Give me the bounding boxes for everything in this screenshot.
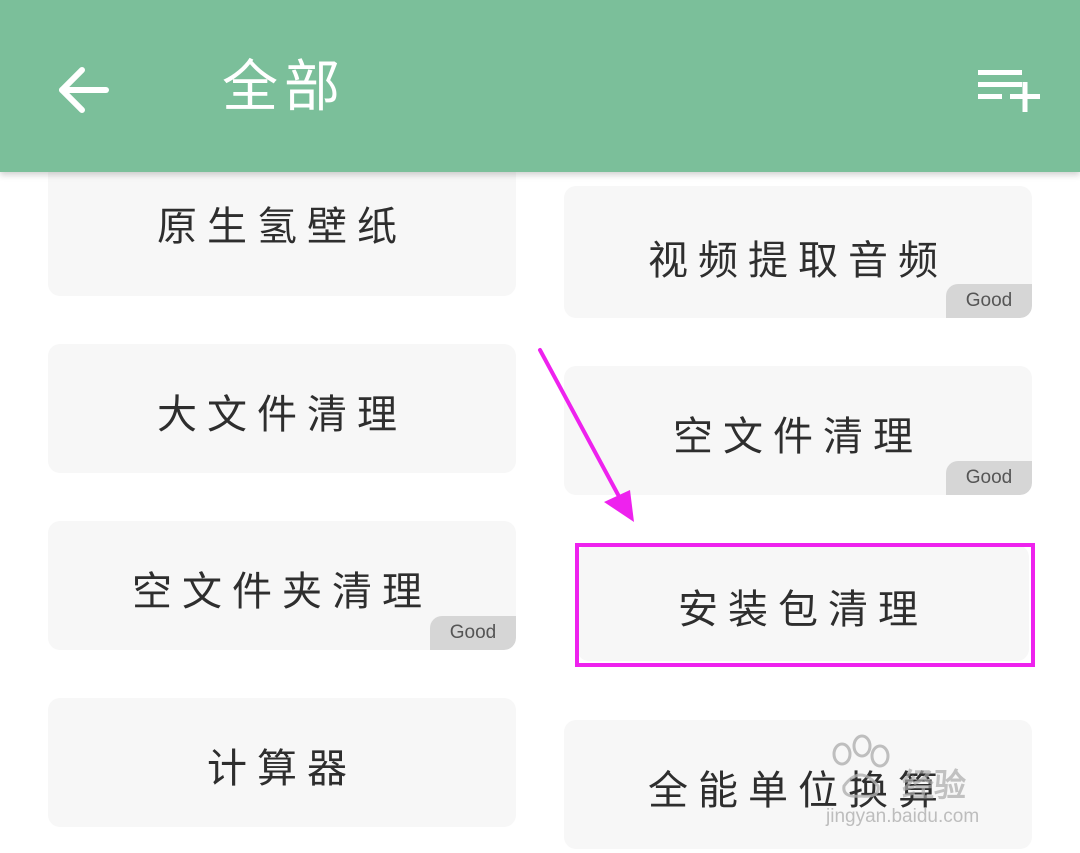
tool-card-label: 安装包清理: [678, 587, 928, 633]
tool-card-label: 大文件清理: [157, 392, 407, 438]
tool-card-label: 视频提取音频: [648, 238, 948, 284]
tool-card-label: 原生氢壁纸: [157, 204, 407, 250]
good-badge: Good: [946, 284, 1032, 318]
tool-card-apk-cleanup[interactable]: 安装包清理: [577, 545, 1029, 661]
tool-card-hydrogen-wallpaper[interactable]: 原生氢壁纸: [48, 172, 516, 296]
tool-card-calculator[interactable]: 计算器: [48, 698, 516, 827]
tool-card-unit-converter[interactable]: 全能单位换算: [564, 720, 1032, 849]
tool-card-label: 空文件清理: [673, 414, 923, 460]
page-title: 全部: [222, 55, 346, 120]
good-badge: Good: [430, 616, 516, 650]
arrow-left-icon: [59, 67, 109, 113]
tool-card-empty-file-cleanup[interactable]: 空文件清理 Good: [564, 366, 1032, 495]
tool-card-empty-folder-cleanup[interactable]: 空文件夹清理 Good: [48, 521, 516, 650]
good-badge: Good: [946, 461, 1032, 495]
app-bar: 全部: [0, 0, 1080, 172]
add-to-list-button[interactable]: [972, 62, 1044, 118]
playlist-add-icon: [978, 70, 1040, 112]
tool-card-video-extract-audio[interactable]: 视频提取音频 Good: [564, 186, 1032, 318]
tool-card-large-file-cleanup[interactable]: 大文件清理: [48, 344, 516, 473]
tool-card-label: 计算器: [207, 746, 357, 792]
tool-card-label: 全能单位换算: [648, 768, 948, 814]
tool-grid: 原生氢壁纸 视频提取音频 Good 大文件清理 空文件清理 Good 空文件夹清…: [0, 172, 1080, 853]
tool-card-label: 空文件夹清理: [132, 569, 432, 615]
back-button[interactable]: [52, 58, 116, 122]
